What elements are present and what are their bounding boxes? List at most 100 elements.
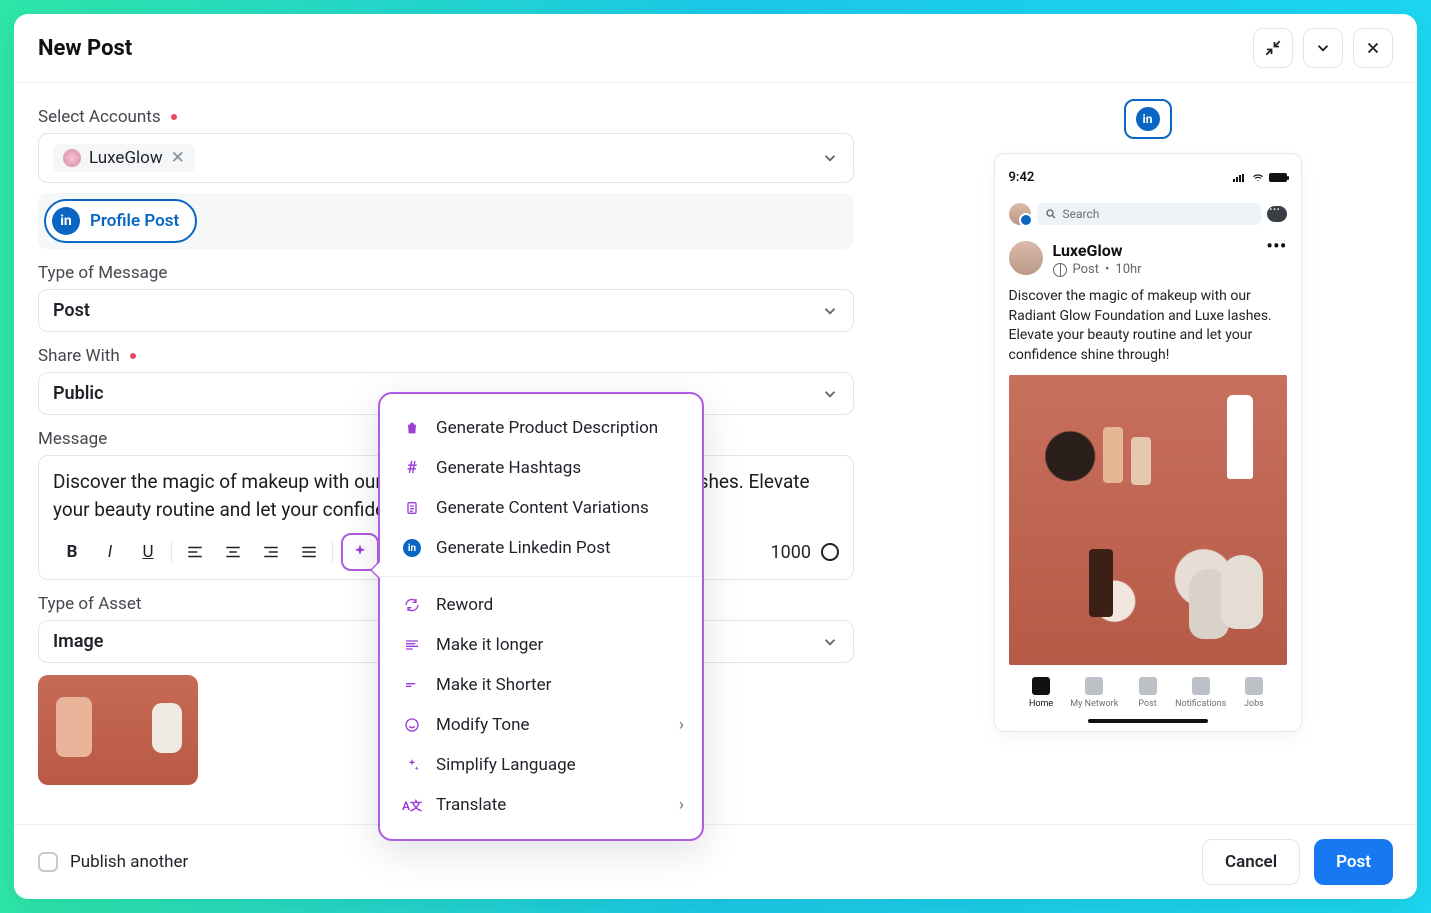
type-of-asset-value: Image	[53, 631, 103, 652]
header-actions	[1253, 28, 1393, 68]
chevron-down-icon	[821, 149, 839, 167]
modal-header: New Post	[14, 14, 1417, 83]
status-clock: 9:42	[1009, 170, 1035, 185]
globe-icon	[1053, 263, 1067, 277]
linkedin-icon: in	[1136, 107, 1160, 131]
ai-item-make-longer[interactable]: Make it longer	[380, 625, 702, 665]
preview-self-avatar	[1009, 203, 1031, 225]
wifi-icon	[1251, 173, 1265, 183]
more-icon: •••	[1266, 241, 1286, 251]
minimize-icon	[1264, 39, 1282, 57]
clipboard-icon	[402, 498, 422, 518]
preview-post-image	[1009, 375, 1287, 665]
align-center-button[interactable]	[214, 533, 252, 571]
post-destination-row: in Profile Post	[38, 193, 854, 249]
sparkle-icon	[351, 543, 369, 561]
preview-post: LuxeGlow Post • 10hr ••• Discover the ma…	[1009, 241, 1287, 723]
ai-item-translate[interactable]: A文 Translate ›	[380, 785, 702, 825]
share-with-label: Share With	[38, 346, 854, 366]
ai-item-make-shorter[interactable]: Make it Shorter	[380, 665, 702, 705]
new-post-modal: New Post Select Accounts LuxeGlow	[14, 14, 1417, 899]
type-of-message-label: Type of Message	[38, 263, 854, 283]
plus-icon	[1139, 677, 1157, 695]
ai-item-modify-tone[interactable]: Modify Tone ›	[380, 705, 702, 745]
select-accounts-field[interactable]: LuxeGlow ✕	[38, 133, 854, 183]
chevron-right-icon: ›	[679, 715, 684, 735]
home-icon	[1032, 677, 1050, 695]
briefcase-icon	[1245, 677, 1263, 695]
type-of-message-select[interactable]: Post	[38, 289, 854, 332]
translate-icon: A文	[402, 795, 422, 815]
modal-footer: Publish another Cancel Post	[14, 824, 1417, 899]
type-of-message-value: Post	[53, 300, 90, 321]
sparkle-icon	[402, 755, 422, 775]
signal-icon	[1233, 174, 1247, 182]
preview-post-text: Discover the magic of makeup with our Ra…	[1009, 287, 1287, 365]
publish-another-label: Publish another	[70, 852, 188, 872]
post-button[interactable]: Post	[1314, 839, 1393, 885]
chevron-down-icon	[821, 302, 839, 320]
align-right-button[interactable]	[252, 533, 290, 571]
hash-icon: #	[402, 458, 422, 478]
remove-account-icon[interactable]: ✕	[171, 148, 185, 168]
modal-title: New Post	[38, 36, 132, 61]
preview-search-box: Search	[1037, 203, 1261, 225]
people-icon	[1085, 677, 1103, 695]
long-icon	[402, 635, 422, 655]
refresh-icon	[402, 595, 422, 615]
close-icon	[1364, 39, 1382, 57]
ai-item-simplify-language[interactable]: Simplify Language	[380, 745, 702, 785]
underline-button[interactable]: U	[129, 533, 167, 571]
platform-tab-linkedin[interactable]: in	[1124, 99, 1172, 139]
asset-thumbnail[interactable]	[38, 675, 198, 785]
italic-button[interactable]: I	[91, 533, 129, 571]
ai-item-content-variations[interactable]: Generate Content Variations	[380, 488, 702, 528]
chevron-right-icon: ›	[679, 795, 684, 815]
select-accounts-label: Select Accounts	[38, 107, 854, 127]
char-counter: 1000	[771, 542, 839, 563]
search-icon	[1045, 208, 1057, 220]
ai-item-product-description[interactable]: Generate Product Description	[380, 408, 702, 448]
linkedin-icon: in	[402, 538, 422, 558]
preview-author-name: LuxeGlow	[1053, 241, 1142, 260]
share-with-value: Public	[53, 383, 103, 404]
modal-body: Select Accounts LuxeGlow ✕ in Profil	[14, 83, 1417, 824]
minimize-button[interactable]	[1253, 28, 1293, 68]
profile-post-pill[interactable]: in Profile Post	[44, 199, 197, 243]
collapse-button[interactable]	[1303, 28, 1343, 68]
account-chip[interactable]: LuxeGlow ✕	[53, 144, 195, 172]
preview-author-avatar	[1009, 241, 1043, 275]
phone-preview: 9:42 Search	[994, 153, 1302, 732]
account-avatar	[63, 149, 81, 167]
tab-notifications: Notifications	[1174, 677, 1227, 709]
publish-another-checkbox[interactable]	[38, 852, 58, 872]
ai-item-linkedin-post[interactable]: in Generate Linkedin Post	[380, 528, 702, 568]
tab-home: Home	[1015, 677, 1068, 709]
bell-icon	[1192, 677, 1210, 695]
required-dot	[130, 353, 136, 359]
counter-circle-icon	[821, 543, 839, 561]
ai-item-hashtags[interactable]: # Generate Hashtags	[380, 448, 702, 488]
linkedin-icon: in	[52, 207, 80, 235]
chevron-down-icon	[1314, 39, 1332, 57]
profile-post-label: Profile Post	[90, 211, 179, 231]
ai-assist-menu[interactable]: Generate Product Description # Generate …	[378, 392, 704, 841]
short-icon	[402, 675, 422, 695]
status-bar: 9:42	[1009, 170, 1287, 185]
align-justify-button[interactable]	[290, 533, 328, 571]
required-dot	[171, 114, 177, 120]
tab-network: My Network	[1068, 677, 1121, 709]
align-left-button[interactable]	[176, 533, 214, 571]
ai-item-reword[interactable]: Reword	[380, 585, 702, 625]
preview-tabbar: Home My Network Post Notifications Jobs	[1009, 677, 1287, 709]
tab-post: Post	[1121, 677, 1174, 709]
account-chip-label: LuxeGlow	[89, 148, 163, 168]
chevron-down-icon	[821, 385, 839, 403]
close-button[interactable]	[1353, 28, 1393, 68]
home-indicator	[1088, 719, 1208, 723]
cancel-button[interactable]: Cancel	[1202, 839, 1300, 885]
preview-panel: in 9:42 Search	[878, 83, 1417, 824]
battery-icon	[1269, 173, 1287, 182]
bold-button[interactable]: B	[53, 533, 91, 571]
tab-jobs: Jobs	[1227, 677, 1280, 709]
